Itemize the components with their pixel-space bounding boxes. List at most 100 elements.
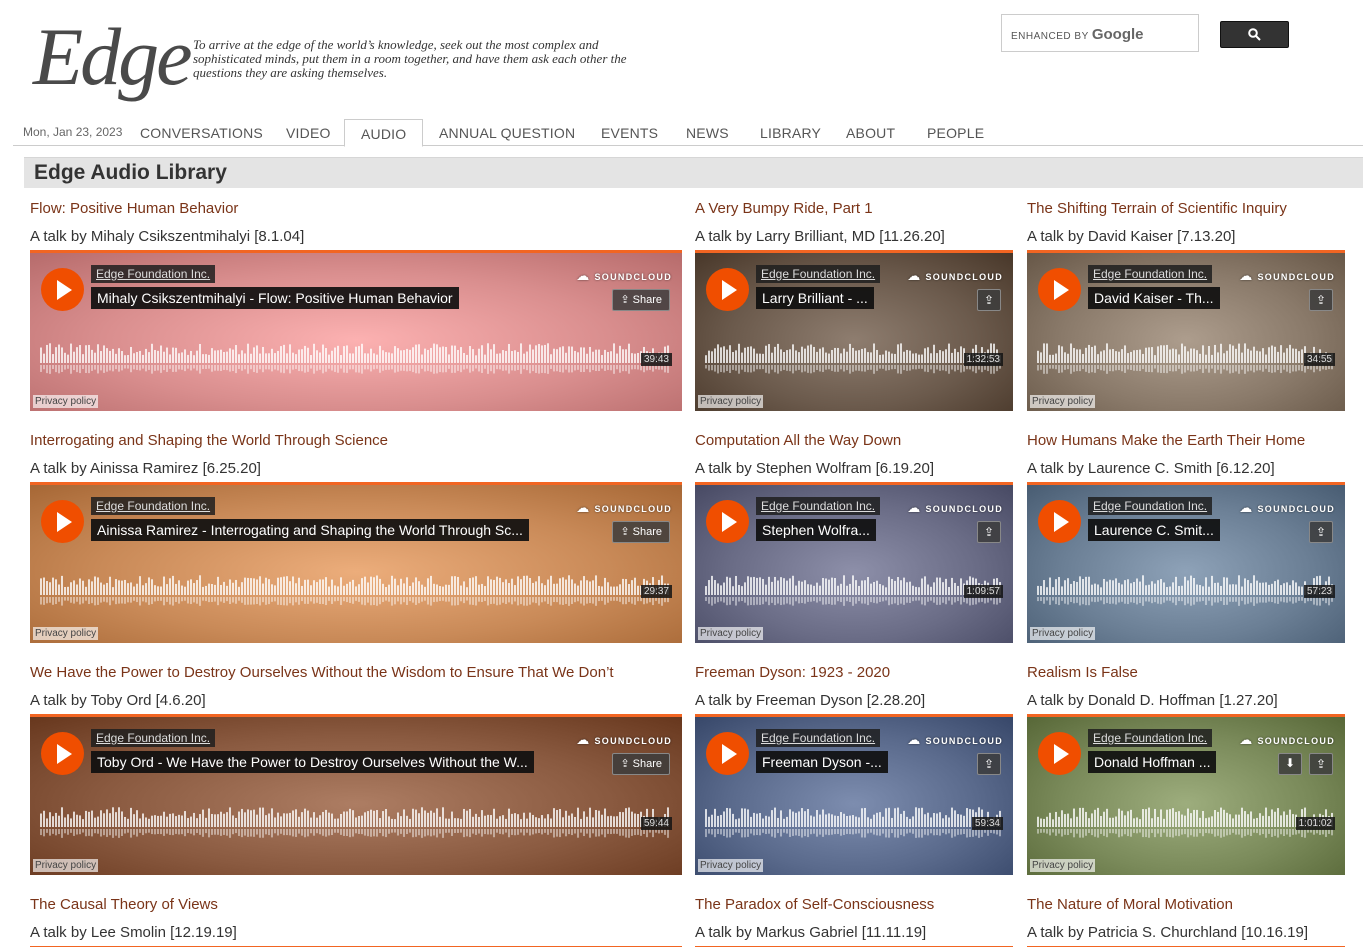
nav-item-library[interactable]: LIBRARY	[760, 119, 821, 147]
play-button[interactable]	[41, 268, 84, 311]
waveform[interactable]	[1037, 341, 1335, 377]
card-title-link[interactable]: The Nature of Moral Motivation	[1027, 896, 1345, 914]
play-button[interactable]	[1038, 500, 1081, 543]
soundcloud-logo[interactable]: SOUNDCLOUD	[1239, 268, 1335, 284]
play-button[interactable]	[1038, 732, 1081, 775]
soundcloud-player[interactable]: Edge Foundation Inc. Larry Brilliant - ..…	[695, 250, 1013, 411]
share-icon[interactable]: ⇪	[1309, 521, 1333, 543]
soundcloud-logo[interactable]: SOUNDCLOUD	[907, 268, 1003, 284]
search-button[interactable]	[1220, 21, 1289, 48]
soundcloud-logo[interactable]: SOUNDCLOUD	[1239, 732, 1335, 748]
waveform[interactable]	[705, 805, 1003, 841]
track-title[interactable]: Ainissa Ramirez - Interrogating and Shap…	[91, 519, 529, 541]
soundcloud-player[interactable]: Edge Foundation Inc. Ainissa Ramirez - In…	[30, 482, 682, 643]
search-input[interactable]: ENHANCED BY Google	[1001, 14, 1199, 52]
uploader-link[interactable]: Edge Foundation Inc.	[1088, 729, 1213, 747]
uploader-link[interactable]: Edge Foundation Inc.	[756, 729, 881, 747]
track-title[interactable]: David Kaiser - Th...	[1088, 287, 1220, 309]
soundcloud-player[interactable]: Edge Foundation Inc. Mihaly Csikszentmiha…	[30, 250, 682, 411]
soundcloud-player[interactable]: Edge Foundation Inc. Toby Ord - We Have t…	[30, 714, 682, 875]
privacy-policy-link[interactable]: Privacy policy	[1030, 395, 1096, 408]
uploader-link[interactable]: Edge Foundation Inc.	[91, 497, 216, 515]
card-title-link[interactable]: The Shifting Terrain of Scientific Inqui…	[1027, 200, 1345, 218]
card-title-link[interactable]: Freeman Dyson: 1923 - 2020	[695, 664, 1013, 682]
share-button[interactable]: ⇪ Share	[612, 289, 670, 311]
nav-item-about[interactable]: ABOUT	[846, 119, 895, 147]
uploader-link[interactable]: Edge Foundation Inc.	[91, 265, 216, 283]
soundcloud-player[interactable]: Edge Foundation Inc. David Kaiser - Th...…	[1027, 250, 1345, 411]
play-button[interactable]	[706, 732, 749, 775]
play-button[interactable]	[706, 500, 749, 543]
soundcloud-player[interactable]: Edge Foundation Inc. Stephen Wolfra... SOU…	[695, 482, 1013, 643]
card-title-link[interactable]: Computation All the Way Down	[695, 432, 1013, 450]
uploader-link[interactable]: Edge Foundation Inc.	[1088, 265, 1213, 283]
card-title-link[interactable]: We Have the Power to Destroy Ourselves W…	[30, 664, 682, 682]
audio-card: A Very Bumpy Ride, Part 1 A talk by Larry…	[695, 200, 1013, 411]
soundcloud-player[interactable]: Edge Foundation Inc. Freeman Dyson -... SO…	[695, 714, 1013, 875]
waveform[interactable]	[705, 341, 1003, 377]
card-byline: A talk by Lee Smolin [12.19.19]	[30, 924, 237, 941]
card-title-link[interactable]: A Very Bumpy Ride, Part 1	[695, 200, 1013, 218]
soundcloud-logo[interactable]: SOUNDCLOUD	[907, 500, 1003, 516]
play-button[interactable]	[1038, 268, 1081, 311]
privacy-policy-link[interactable]: Privacy policy	[33, 859, 99, 872]
play-button[interactable]	[41, 732, 84, 775]
privacy-policy-link[interactable]: Privacy policy	[33, 395, 99, 408]
privacy-policy-link[interactable]: Privacy policy	[698, 627, 764, 640]
share-button[interactable]: ⇪ Share	[612, 521, 670, 543]
play-button[interactable]	[706, 268, 749, 311]
card-title-link[interactable]: Interrogating and Shaping the World Thro…	[30, 432, 682, 450]
nav-item-news[interactable]: NEWS	[686, 119, 729, 147]
share-icon[interactable]: ⇪	[977, 521, 1001, 543]
card-title-link[interactable]: Realism Is False	[1027, 664, 1345, 682]
waveform[interactable]	[40, 341, 672, 377]
privacy-policy-link[interactable]: Privacy policy	[698, 859, 764, 872]
card-title-link[interactable]: The Paradox of Self-Consciousness	[695, 896, 1013, 914]
card-title-link[interactable]: The Causal Theory of Views	[30, 896, 682, 914]
share-button[interactable]: ⇪ Share	[612, 753, 670, 775]
track-title[interactable]: Larry Brilliant - ...	[756, 287, 874, 309]
edge-logo[interactable]: Edge	[33, 12, 192, 102]
soundcloud-player[interactable]: Edge Foundation Inc. Laurence C. Smit... S…	[1027, 482, 1345, 643]
privacy-policy-link[interactable]: Privacy policy	[698, 395, 764, 408]
track-title[interactable]: Freeman Dyson -...	[756, 751, 888, 773]
nav-item-annual-question[interactable]: ANNUAL QUESTION	[439, 119, 575, 147]
waveform[interactable]	[1037, 805, 1335, 841]
card-title-link[interactable]: How Humans Make the Earth Their Home	[1027, 432, 1345, 450]
privacy-policy-link[interactable]: Privacy policy	[1030, 859, 1096, 872]
track-title[interactable]: Laurence C. Smit...	[1088, 519, 1220, 541]
uploader-link[interactable]: Edge Foundation Inc.	[1088, 497, 1213, 515]
play-button[interactable]	[41, 500, 84, 543]
uploader-link[interactable]: Edge Foundation Inc.	[756, 265, 881, 283]
waveform[interactable]	[705, 573, 1003, 609]
nav-item-events[interactable]: EVENTS	[601, 119, 658, 147]
share-icon[interactable]: ⇪	[1309, 289, 1333, 311]
privacy-policy-link[interactable]: Privacy policy	[1030, 627, 1096, 640]
waveform[interactable]	[40, 573, 672, 609]
soundcloud-logo[interactable]: SOUNDCLOUD	[576, 500, 672, 516]
nav-item-people[interactable]: PEOPLE	[927, 119, 984, 147]
share-icon[interactable]: ⇪	[977, 289, 1001, 311]
soundcloud-player[interactable]: Edge Foundation Inc. Donald Hoffman ... SO…	[1027, 714, 1345, 875]
track-duration: 1:09:57	[963, 585, 1003, 598]
nav-item-video[interactable]: VIDEO	[286, 119, 331, 147]
share-icon[interactable]: ⇪	[977, 753, 1001, 775]
uploader-link[interactable]: Edge Foundation Inc.	[756, 497, 881, 515]
track-title[interactable]: Stephen Wolfra...	[756, 519, 876, 541]
share-icon[interactable]: ⇪	[1309, 753, 1333, 775]
privacy-policy-link[interactable]: Privacy policy	[33, 627, 99, 640]
waveform[interactable]	[1037, 573, 1335, 609]
download-icon[interactable]: ⬇	[1278, 753, 1302, 775]
nav-item-conversations[interactable]: CONVERSATIONS	[140, 119, 263, 147]
track-title[interactable]: Toby Ord - We Have the Power to Destroy …	[91, 751, 534, 773]
nav-item-audio[interactable]: AUDIO	[344, 119, 424, 147]
card-title-link[interactable]: Flow: Positive Human Behavior	[30, 200, 682, 218]
soundcloud-logo[interactable]: SOUNDCLOUD	[576, 732, 672, 748]
track-title[interactable]: Mihaly Csikszentmihalyi - Flow: Positive…	[91, 287, 459, 309]
track-title[interactable]: Donald Hoffman ...	[1088, 751, 1217, 773]
soundcloud-logo[interactable]: SOUNDCLOUD	[907, 732, 1003, 748]
soundcloud-logo[interactable]: SOUNDCLOUD	[1239, 500, 1335, 516]
soundcloud-logo[interactable]: SOUNDCLOUD	[576, 268, 672, 284]
waveform[interactable]	[40, 805, 672, 841]
uploader-link[interactable]: Edge Foundation Inc.	[91, 729, 216, 747]
